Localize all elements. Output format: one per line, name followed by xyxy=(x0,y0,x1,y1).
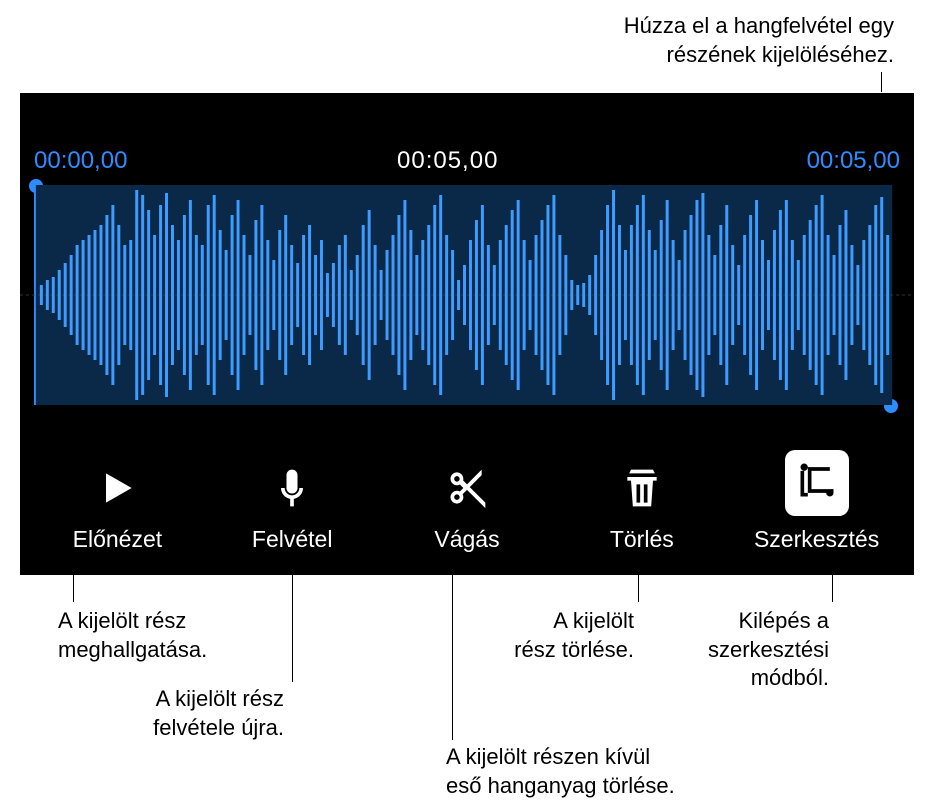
edit-button[interactable]: Szerkesztés xyxy=(747,450,887,553)
leader-line xyxy=(638,562,639,602)
timecode-row: 00:00,00 00:05,00 00:05,00 xyxy=(20,143,914,179)
button-label: Előnézet xyxy=(73,526,163,553)
trim-callout: A kijelölt részen kívül eső hanganyag tö… xyxy=(446,743,675,800)
button-label: Felvétel xyxy=(252,526,333,553)
button-label: Szerkesztés xyxy=(754,526,879,553)
timecode-end: 00:05,00 xyxy=(807,147,900,175)
callout-text: A kijelölt xyxy=(553,608,634,633)
callout-text: módból. xyxy=(751,665,829,690)
leader-line xyxy=(292,562,293,682)
timecode-center: 00:05,00 xyxy=(397,147,498,175)
trim-button[interactable]: Vágás xyxy=(397,466,537,553)
callout-text: A kijelölt részen kívül xyxy=(446,744,650,769)
crop-icon xyxy=(785,450,849,516)
callout-text: részének kijelöléséhez. xyxy=(667,42,894,67)
callout-text: A kijelölt rész xyxy=(58,608,186,633)
record-callout: A kijelölt rész felvétele újra. xyxy=(153,685,284,742)
trash-icon xyxy=(620,466,664,516)
top-callout: Húzza el a hangfelvétel egy részének kij… xyxy=(624,12,894,69)
button-label: Vágás xyxy=(434,526,499,553)
callout-text: A kijelölt rész xyxy=(156,686,284,711)
timecode-start: 00:00,00 xyxy=(34,147,127,175)
microphone-icon xyxy=(270,466,314,516)
delete-button[interactable]: Törlés xyxy=(572,466,712,553)
record-button[interactable]: Felvétel xyxy=(222,466,362,553)
edit-callout: Kilépés a szerkesztési módból. xyxy=(708,607,829,693)
callout-text: rész törlése. xyxy=(514,637,634,662)
play-icon xyxy=(95,466,139,516)
waveform-display[interactable] xyxy=(20,185,914,405)
button-label: Törlés xyxy=(610,526,674,553)
leader-line xyxy=(73,562,74,602)
callout-text: szerkesztési xyxy=(708,637,829,662)
audio-editor-pane: 00:00,00 00:05,00 00:05,00 xyxy=(20,93,914,575)
callout-text: felvétele újra. xyxy=(153,715,284,740)
leader-line xyxy=(452,562,453,740)
callout-text: eső hanganyag törlése. xyxy=(446,773,675,798)
scissors-icon xyxy=(445,466,489,516)
delete-callout: A kijelölt rész törlése. xyxy=(514,607,634,664)
callout-text: Húzza el a hangfelvétel egy xyxy=(624,13,894,38)
callout-text: Kilépés a xyxy=(738,608,829,633)
callout-text: meghallgatása. xyxy=(58,637,207,662)
leader-line xyxy=(832,562,833,602)
callouts-region: A kijelölt rész meghallgatása. A kijelöl… xyxy=(0,575,934,798)
leader-line xyxy=(881,72,882,92)
preview-callout: A kijelölt rész meghallgatása. xyxy=(58,607,207,664)
editor-toolbar: Előnézet Felvétel Vágás Törlés Szerkeszt… xyxy=(20,450,914,553)
preview-button[interactable]: Előnézet xyxy=(47,466,187,553)
